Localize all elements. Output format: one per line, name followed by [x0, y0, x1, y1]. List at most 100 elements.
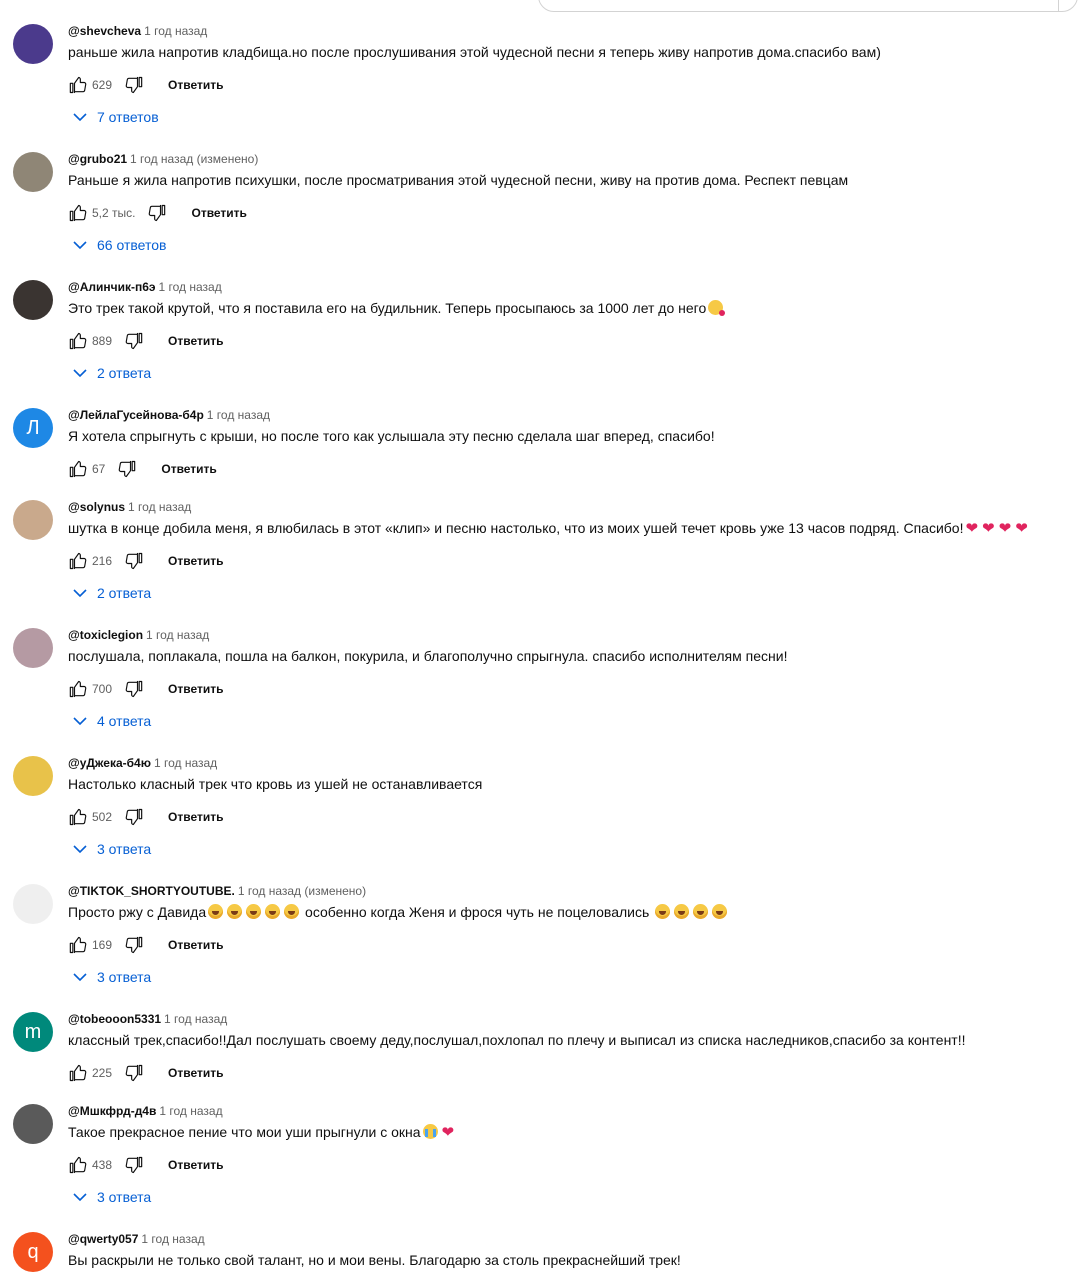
avatar[interactable]: q: [13, 1232, 53, 1272]
view-replies-button[interactable]: 2 ответа: [72, 583, 151, 603]
like-icon[interactable]: [66, 934, 88, 956]
comment-author[interactable]: @уДжека-б4ю: [68, 756, 151, 770]
reply-button[interactable]: Ответить: [168, 554, 223, 568]
comment-author[interactable]: @grubo21: [68, 152, 127, 166]
view-replies-button[interactable]: 66 ответов: [72, 235, 166, 255]
comment-timestamp[interactable]: 1 год назад: [207, 408, 270, 422]
comment-text-body: послушала, поплакала, пошла на балкон, п…: [68, 648, 788, 664]
comment-text-body: Настолько класный трек что кровь из ушей…: [68, 776, 483, 792]
like-count: 502: [92, 810, 113, 824]
dislike-icon[interactable]: [124, 678, 146, 700]
replies-count-label: 3 ответа: [97, 969, 152, 985]
reply-button[interactable]: Ответить: [168, 334, 223, 348]
like-icon[interactable]: [66, 1154, 88, 1176]
like-icon[interactable]: [66, 458, 88, 480]
view-replies-button[interactable]: 4 ответа: [72, 711, 151, 731]
like-icon[interactable]: [66, 1062, 88, 1084]
laughing-emoji-icon: [265, 904, 281, 919]
comment-author[interactable]: @TIKTOK_SHORTYOUTUBE.: [68, 884, 235, 898]
view-replies-button[interactable]: 7 ответов: [72, 107, 159, 127]
comment-timestamp[interactable]: 1 год назад: [128, 500, 191, 514]
comment-text-body: Такое прекрасное пение что мои уши прыгн…: [68, 1124, 421, 1140]
avatar[interactable]: [13, 280, 53, 320]
reply-button[interactable]: Ответить: [168, 938, 223, 952]
avatar[interactable]: Л: [13, 408, 53, 448]
view-replies-button[interactable]: 3 ответа: [72, 1187, 151, 1207]
comment-author[interactable]: @shevcheva: [68, 24, 141, 38]
avatar[interactable]: [13, 1104, 53, 1144]
laughing-emoji-icon: [674, 904, 690, 919]
comment-timestamp[interactable]: 1 год назад (изменено): [238, 884, 366, 898]
replies-count-label: 3 ответа: [97, 841, 152, 857]
comment-timestamp[interactable]: 1 год назад: [164, 1012, 227, 1026]
comment-author[interactable]: @Алинчик-п6э: [68, 280, 156, 294]
dislike-icon[interactable]: [147, 202, 169, 224]
like-icon[interactable]: [66, 806, 88, 828]
dislike-icon[interactable]: [124, 550, 146, 572]
avatar[interactable]: [13, 24, 53, 64]
comment-author[interactable]: @ЛейлаГусейнова-б4р: [68, 408, 204, 422]
avatar[interactable]: [13, 500, 53, 540]
comment-timestamp[interactable]: 1 год назад (изменено): [130, 152, 258, 166]
like-count: 700: [92, 682, 113, 696]
reply-button[interactable]: Ответить: [191, 206, 246, 220]
comment-header: @toxiclegion 1 год назад: [68, 626, 209, 644]
avatar[interactable]: [13, 152, 53, 192]
comment-author[interactable]: @Мшкфрд-д4в: [68, 1104, 156, 1118]
dislike-icon[interactable]: [124, 806, 146, 828]
comment-text-body: Просто ржу с Давида: [68, 904, 207, 920]
comment-author[interactable]: @toxiclegion: [68, 628, 143, 642]
comment-header: @TIKTOK_SHORTYOUTUBE. 1 год назад (измене…: [68, 882, 366, 900]
reply-button[interactable]: Ответить: [161, 462, 216, 476]
comment-timestamp[interactable]: 1 год назад: [159, 280, 222, 294]
avatar[interactable]: m: [13, 1012, 53, 1052]
comment-header: @solynus 1 год назад: [68, 498, 191, 516]
view-replies-button[interactable]: 3 ответа: [72, 967, 151, 987]
replies-count-label: 2 ответа: [97, 585, 152, 601]
reply-button[interactable]: Ответить: [168, 682, 223, 696]
comment-text: классный трек,спасибо!!Дал послушать сво…: [68, 1030, 966, 1050]
comment-text-body: Раньше я жила напротив психушки, после п…: [68, 172, 849, 188]
comment-timestamp[interactable]: 1 год назад: [159, 1104, 222, 1118]
avatar[interactable]: [13, 884, 53, 924]
laughing-emoji-icon: [284, 904, 300, 919]
laughing-emoji-icon: [712, 904, 728, 919]
dislike-icon[interactable]: [124, 1154, 146, 1176]
reply-button[interactable]: Ответить: [168, 78, 223, 92]
avatar-letter: Л: [26, 417, 40, 439]
comment-timestamp[interactable]: 1 год назад: [154, 756, 217, 770]
comment-timestamp[interactable]: 1 год назад: [141, 1232, 204, 1246]
like-icon[interactable]: [66, 678, 88, 700]
comment-timestamp[interactable]: 1 год назад: [144, 24, 207, 38]
like-icon[interactable]: [66, 74, 88, 96]
reply-button[interactable]: Ответить: [168, 1158, 223, 1172]
like-icon[interactable]: [66, 202, 88, 224]
dislike-icon[interactable]: [124, 330, 146, 352]
dislike-icon[interactable]: [124, 1062, 146, 1084]
reply-button[interactable]: Ответить: [168, 1066, 223, 1080]
comment-text: Это трек такой крутой, что я поставила е…: [68, 298, 726, 318]
reply-button[interactable]: Ответить: [168, 810, 223, 824]
replies-count-label: 4 ответа: [97, 713, 152, 729]
comment-text: Вы раскрыли не только свой талант, но и …: [68, 1250, 681, 1270]
comment-author[interactable]: @solynus: [68, 500, 125, 514]
dislike-icon[interactable]: [124, 74, 146, 96]
chevron-down-icon: [72, 585, 97, 601]
heart-emoji-icon: ❤: [1015, 520, 1028, 537]
top-search-box-partial[interactable]: [538, 0, 1078, 12]
avatar[interactable]: [13, 628, 53, 668]
laughing-emoji-icon: [208, 904, 224, 919]
avatar-letter: m: [24, 1021, 42, 1043]
comment-author[interactable]: @qwerty057: [68, 1232, 138, 1246]
like-icon[interactable]: [66, 330, 88, 352]
dislike-icon[interactable]: [124, 934, 146, 956]
replies-count-label: 7 ответов: [97, 109, 159, 125]
avatar[interactable]: [13, 756, 53, 796]
view-replies-button[interactable]: 2 ответа: [72, 363, 151, 383]
dislike-icon[interactable]: [117, 458, 139, 480]
view-replies-button[interactable]: 3 ответа: [72, 839, 151, 859]
comment-actions: 889 Ответить: [66, 329, 223, 353]
comment-author[interactable]: @tobeooon5331: [68, 1012, 161, 1026]
comment-timestamp[interactable]: 1 год назад: [146, 628, 209, 642]
like-icon[interactable]: [66, 550, 88, 572]
